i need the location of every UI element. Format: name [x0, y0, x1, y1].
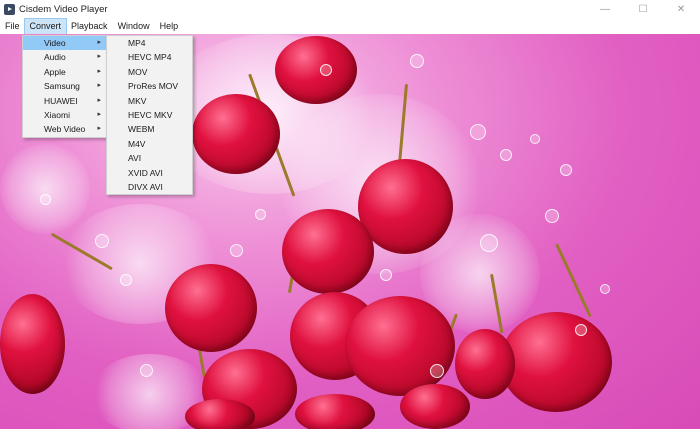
cherry [275, 36, 357, 104]
water-droplet [545, 209, 559, 223]
water-droplet [560, 164, 572, 176]
window-title: Cisdem Video Player [19, 4, 108, 15]
menu-item-video[interactable]: Video ▸ [23, 36, 107, 51]
menu-item-samsung[interactable]: Samsung ▸ [23, 79, 107, 93]
format-item-webm[interactable]: WEBM [107, 122, 192, 136]
video-format-submenu: MP4 HEVC MP4 MOV ProRes MOV MKV HEVC MKV… [106, 35, 193, 196]
water-droplet [530, 134, 540, 144]
menu-item-huawei[interactable]: HUAWEI ▸ [23, 94, 107, 108]
water-droplet [255, 209, 266, 220]
cherry [400, 384, 470, 429]
format-item-xvid-avi[interactable]: XVID AVI [107, 166, 192, 180]
cherry [345, 296, 455, 396]
format-item-m4v[interactable]: M4V [107, 137, 192, 151]
minimize-icon: — [600, 4, 610, 15]
chevron-right-icon: ▸ [97, 125, 101, 133]
cherry [500, 312, 612, 412]
cherry [282, 209, 374, 294]
water-splash [0, 144, 90, 234]
water-droplet [95, 234, 109, 248]
water-droplet [575, 324, 587, 336]
menu-bar: File Convert Playback Window Help [0, 18, 700, 35]
convert-dropdown-menu: Video ▸ Audio ▸ Apple ▸ Samsung ▸ HUAWEI ▸ Xi… [22, 35, 108, 138]
close-icon: ✕ [676, 4, 686, 15]
chevron-right-icon: ▸ [97, 39, 101, 46]
format-item-divx-avi[interactable]: DIVX AVI [107, 180, 192, 194]
cherry [185, 399, 255, 429]
water-droplet [480, 234, 498, 252]
water-droplet [500, 149, 512, 161]
water-droplet [600, 284, 610, 294]
cherry [0, 294, 65, 394]
water-droplet [380, 269, 392, 281]
water-droplet [470, 124, 486, 140]
chevron-right-icon: ▸ [97, 82, 101, 90]
app-logo-icon [4, 4, 15, 15]
format-item-avi[interactable]: AVI [107, 151, 192, 165]
format-item-hevc-mp4[interactable]: HEVC MP4 [107, 50, 192, 64]
menu-item-xiaomi[interactable]: Xiaomi ▸ [23, 108, 107, 122]
maximize-button[interactable]: ☐ [624, 0, 662, 19]
menu-item-web-video[interactable]: Web Video ▸ [23, 122, 107, 136]
format-item-mov[interactable]: MOV [107, 65, 192, 79]
water-droplet [320, 64, 332, 76]
format-item-mkv[interactable]: MKV [107, 94, 192, 108]
format-item-prores-mov[interactable]: ProRes MOV [107, 79, 192, 93]
cherry [455, 329, 515, 399]
format-item-mp4[interactable]: MP4 [107, 36, 192, 50]
water-droplet [140, 364, 153, 377]
menu-file[interactable]: File [0, 19, 25, 34]
minimize-button[interactable]: — [586, 0, 624, 19]
menu-item-apple[interactable]: Apple ▸ [23, 65, 107, 79]
menu-help[interactable]: Help [155, 19, 184, 34]
water-droplet [430, 364, 444, 378]
close-button[interactable]: ✕ [662, 0, 700, 19]
water-droplet [120, 274, 132, 286]
water-droplet [40, 194, 51, 205]
chevron-right-icon: ▸ [97, 96, 101, 104]
title-bar: Cisdem Video Player — ☐ ✕ [0, 0, 700, 19]
chevron-right-icon: ▸ [97, 53, 101, 61]
water-droplet [410, 54, 424, 68]
menu-item-audio[interactable]: Audio ▸ [23, 50, 107, 64]
water-droplet [230, 244, 243, 257]
chevron-right-icon: ▸ [97, 110, 101, 118]
cherry [165, 264, 257, 352]
cherry [295, 394, 375, 429]
menu-convert[interactable]: Convert [23, 18, 68, 35]
menu-window[interactable]: Window [113, 19, 155, 34]
cherry-stem [555, 243, 592, 318]
menu-playback[interactable]: Playback [66, 19, 113, 34]
chevron-right-icon: ▸ [97, 67, 101, 75]
maximize-icon: ☐ [638, 4, 648, 15]
window-controls: — ☐ ✕ [586, 0, 700, 19]
format-item-hevc-mkv[interactable]: HEVC MKV [107, 108, 192, 122]
cherry [192, 94, 280, 174]
